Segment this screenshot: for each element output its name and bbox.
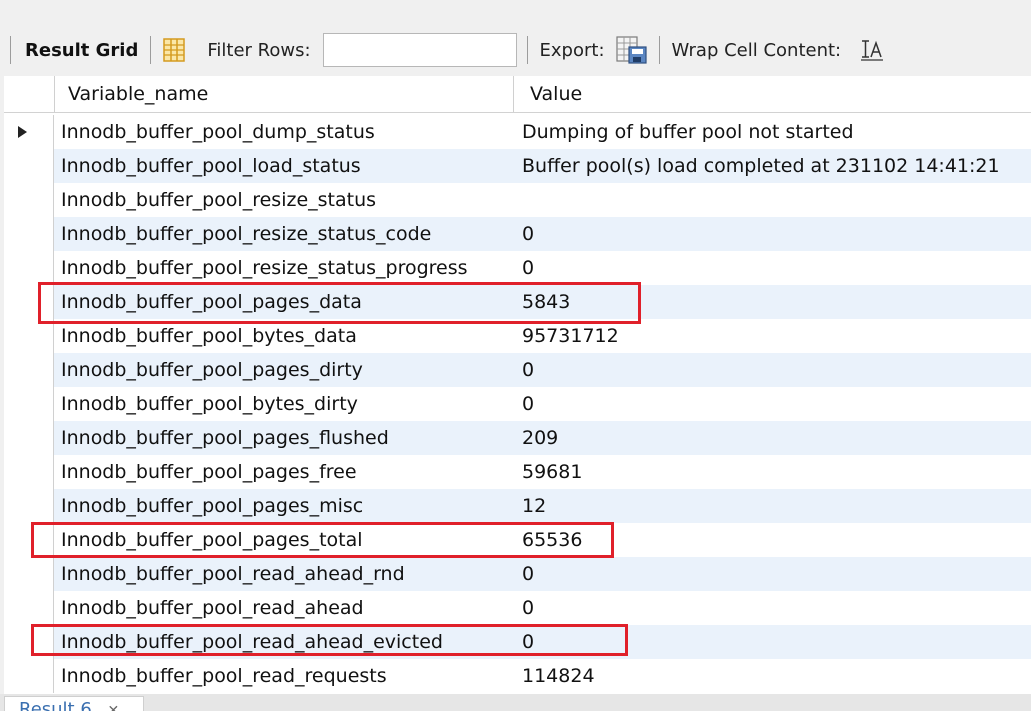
row-gutter[interactable]: [4, 319, 54, 353]
table-row[interactable]: Innodb_buffer_pool_pages_total 65536: [4, 523, 1031, 557]
row-gutter[interactable]: [4, 251, 54, 285]
cell-value[interactable]: 12: [522, 489, 546, 523]
cell-value[interactable]: 5843: [522, 285, 570, 319]
row-gutter[interactable]: [4, 285, 54, 319]
toolbar-separator: [10, 36, 11, 64]
toolbar-separator: [150, 36, 152, 64]
current-row-arrow-icon: [18, 126, 27, 138]
table-row[interactable]: Innodb_buffer_pool_read_ahead_evicted 0: [4, 625, 1031, 659]
cell-variable-name[interactable]: Innodb_buffer_pool_bytes_data: [61, 319, 357, 353]
cell-value[interactable]: 0: [522, 625, 534, 659]
cell-value[interactable]: 65536: [522, 523, 582, 557]
filter-rows-label: Filter Rows:: [207, 39, 311, 61]
column-header-variable-name[interactable]: Variable_name: [54, 76, 514, 112]
cell-value[interactable]: 0: [522, 217, 534, 251]
table-row[interactable]: Innodb_buffer_pool_pages_data 5843: [4, 285, 1031, 319]
row-gutter[interactable]: [4, 625, 54, 659]
table-row[interactable]: Innodb_buffer_pool_resize_status_progres…: [4, 251, 1031, 285]
grid-corner: [4, 76, 55, 112]
cell-value[interactable]: 0: [522, 557, 534, 591]
cell-variable-name[interactable]: Innodb_buffer_pool_dump_status: [61, 115, 375, 149]
cell-variable-name[interactable]: Innodb_buffer_pool_pages_dirty: [61, 353, 363, 387]
cell-value[interactable]: 209: [522, 421, 558, 455]
close-icon[interactable]: ✕: [108, 703, 120, 711]
cell-value[interactable]: 114824: [522, 659, 595, 693]
table-row[interactable]: Innodb_buffer_pool_resize_status_code 0: [4, 217, 1031, 251]
table-row[interactable]: Innodb_buffer_pool_pages_dirty 0: [4, 353, 1031, 387]
result-grid[interactable]: Variable_name Value Innodb_buffer_pool_d…: [4, 76, 1031, 694]
toolbar-separator: [658, 36, 660, 64]
cell-value[interactable]: 0: [522, 387, 534, 421]
row-gutter[interactable]: [4, 659, 54, 693]
result-grid-button[interactable]: Result Grid: [17, 40, 144, 61]
table-row[interactable]: Innodb_buffer_pool_bytes_data 95731712: [4, 319, 1031, 353]
cell-variable-name[interactable]: Innodb_buffer_pool_resize_status: [61, 183, 376, 217]
cell-value[interactable]: 95731712: [522, 319, 619, 353]
table-row[interactable]: Innodb_buffer_pool_dump_status Dumping o…: [4, 115, 1031, 149]
export-icon[interactable]: [615, 35, 649, 65]
cell-variable-name[interactable]: Innodb_buffer_pool_read_requests: [61, 659, 387, 693]
cell-variable-name[interactable]: Innodb_buffer_pool_resize_status_progres…: [61, 251, 468, 285]
cell-variable-name[interactable]: Innodb_buffer_pool_read_ahead_evicted: [61, 625, 443, 659]
table-row[interactable]: Innodb_buffer_pool_resize_status: [4, 183, 1031, 217]
grid-header: Variable_name Value: [4, 76, 1031, 113]
result-tab-label: Result 6: [19, 699, 92, 711]
row-gutter[interactable]: [4, 183, 54, 217]
cell-value[interactable]: Dumping of buffer pool not started: [522, 115, 854, 149]
cell-variable-name[interactable]: Innodb_buffer_pool_bytes_dirty: [61, 387, 358, 421]
table-row[interactable]: Innodb_buffer_pool_pages_misc 12: [4, 489, 1031, 523]
table-row[interactable]: Innodb_buffer_pool_read_requests 114824: [4, 659, 1031, 693]
cell-value[interactable]: 0: [522, 353, 534, 387]
cell-variable-name[interactable]: Innodb_buffer_pool_pages_flushed: [61, 421, 389, 455]
cell-variable-name[interactable]: Innodb_buffer_pool_load_status: [61, 149, 361, 183]
table-row[interactable]: Innodb_buffer_pool_load_status Buffer po…: [4, 149, 1031, 183]
cell-value[interactable]: 0: [522, 251, 534, 285]
table-row[interactable]: Innodb_buffer_pool_bytes_dirty 0: [4, 387, 1031, 421]
column-header-value[interactable]: Value: [516, 76, 1031, 112]
export-label: Export:: [539, 39, 605, 61]
filter-rows-input[interactable]: [322, 33, 517, 67]
row-gutter[interactable]: [4, 115, 54, 149]
row-gutter[interactable]: [4, 149, 54, 183]
toolbar-separator: [526, 36, 528, 64]
table-row[interactable]: Innodb_buffer_pool_read_ahead 0: [4, 591, 1031, 625]
row-gutter[interactable]: [4, 523, 54, 557]
row-gutter[interactable]: [4, 489, 54, 523]
grid-layout-icon[interactable]: [161, 37, 187, 63]
cell-value[interactable]: 0: [522, 591, 534, 625]
result-tab[interactable]: Result 6 ✕: [4, 696, 144, 711]
cell-variable-name[interactable]: Innodb_buffer_pool_pages_data: [61, 285, 362, 319]
row-gutter[interactable]: [4, 421, 54, 455]
cell-variable-name[interactable]: Innodb_buffer_pool_pages_total: [61, 523, 363, 557]
cell-variable-name[interactable]: Innodb_buffer_pool_resize_status_code: [61, 217, 431, 251]
wrap-text-icon[interactable]: [859, 38, 885, 62]
row-gutter[interactable]: [4, 217, 54, 251]
cell-variable-name[interactable]: Innodb_buffer_pool_read_ahead_rnd: [61, 557, 405, 591]
result-tabs-bar: Result 6 ✕: [0, 694, 1031, 711]
row-gutter[interactable]: [4, 387, 54, 421]
cell-variable-name[interactable]: Innodb_buffer_pool_pages_misc: [61, 489, 363, 523]
row-gutter[interactable]: [4, 455, 54, 489]
row-gutter[interactable]: [4, 353, 54, 387]
table-row[interactable]: Innodb_buffer_pool_read_ahead_rnd 0: [4, 557, 1031, 591]
cell-variable-name[interactable]: Innodb_buffer_pool_pages_free: [61, 455, 357, 489]
row-gutter[interactable]: [4, 557, 54, 591]
table-row[interactable]: Innodb_buffer_pool_pages_free 59681: [4, 455, 1031, 489]
result-toolbar: Result Grid Filter Rows: Export: Wrap Ce…: [0, 28, 1031, 72]
cell-variable-name[interactable]: Innodb_buffer_pool_read_ahead: [61, 591, 364, 625]
table-row[interactable]: Innodb_buffer_pool_pages_flushed 209: [4, 421, 1031, 455]
cell-value[interactable]: Buffer pool(s) load completed at 231102 …: [522, 149, 1000, 183]
row-gutter[interactable]: [4, 591, 54, 625]
wrap-cell-content-label: Wrap Cell Content:: [671, 39, 842, 61]
cell-value[interactable]: 59681: [522, 455, 582, 489]
